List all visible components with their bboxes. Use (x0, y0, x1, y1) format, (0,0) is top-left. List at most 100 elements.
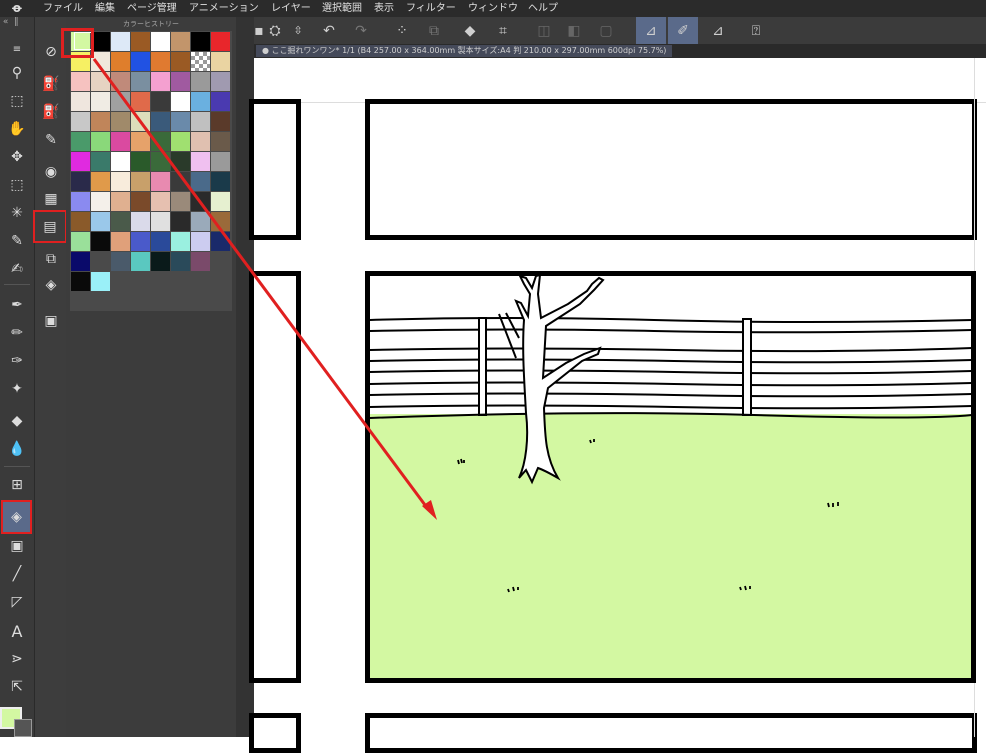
fill-icon[interactable]: ◈ (1, 500, 32, 534)
move-icon[interactable]: ✥ (5, 145, 29, 169)
color-swatch[interactable] (131, 252, 150, 271)
menu-window[interactable]: ウィンドウ (468, 0, 518, 17)
color-swatch[interactable] (151, 192, 170, 211)
zoom-icon[interactable]: ⚲ (5, 61, 29, 85)
color-swatch[interactable] (191, 252, 210, 271)
text-icon[interactable]: A (5, 619, 29, 643)
ruler-icon[interactable]: ◸ (5, 590, 29, 614)
color-swatch[interactable] (211, 132, 230, 151)
selection-icon[interactable]: ⬚ (5, 173, 29, 197)
color-swatch[interactable] (91, 232, 110, 251)
menu-layer[interactable]: レイヤー (271, 0, 311, 17)
frame-border-icon[interactable]: ▢ (594, 17, 618, 44)
color-swatch[interactable] (131, 92, 150, 111)
color-swatch[interactable] (211, 72, 230, 91)
fill-layer-icon[interactable]: ⛽ (39, 72, 63, 96)
snap-grid-icon[interactable]: ⊿ (706, 17, 730, 44)
print-icon[interactable]: ⛭ (263, 17, 287, 44)
color-swatch[interactable] (171, 152, 190, 171)
color-swatch[interactable] (151, 232, 170, 251)
color-swatch[interactable] (211, 92, 230, 111)
clear-icon[interactable]: ◫ (532, 17, 556, 44)
color-swatch[interactable] (131, 232, 150, 251)
color-swatch[interactable] (91, 252, 110, 271)
menu-edit[interactable]: 編集 (95, 0, 115, 17)
redo-icon[interactable]: ↷ (349, 17, 373, 44)
color-swatch[interactable] (71, 172, 90, 191)
color-swatch[interactable] (91, 72, 110, 91)
color-swatch[interactable] (171, 252, 190, 271)
pencil-icon[interactable]: ✏ (5, 321, 29, 345)
color-swatch[interactable] (171, 172, 190, 191)
color-swatch[interactable] (211, 112, 230, 131)
sub-color-swatch[interactable] (14, 719, 32, 737)
color-swatch[interactable] (91, 172, 110, 191)
help-icon[interactable]: ⍰ (744, 17, 768, 44)
menu-animation[interactable]: アニメーション (189, 0, 259, 17)
line-icon[interactable]: ╱ (5, 562, 29, 586)
color-swatch[interactable] (111, 72, 130, 91)
magic-wand-icon[interactable]: ✳ (5, 201, 29, 225)
fill-paint-icon[interactable]: ✎ (39, 128, 63, 152)
color-swatch[interactable] (131, 32, 150, 51)
color-swatch[interactable] (91, 132, 110, 151)
copy-icon[interactable]: ⧉ (422, 17, 446, 44)
layers-icon[interactable]: ◈ (39, 273, 63, 297)
color-swatch[interactable] (171, 112, 190, 131)
color-swatch[interactable] (211, 212, 230, 231)
color-swatch[interactable] (211, 172, 230, 191)
color-swatch[interactable] (191, 92, 210, 111)
gradient-icon[interactable]: ▣ (5, 534, 29, 558)
color-swatch[interactable] (71, 72, 90, 91)
color-swatch[interactable] (131, 152, 150, 171)
color-swatch[interactable] (71, 112, 90, 131)
color-swatch[interactable] (171, 52, 190, 71)
color-swatch[interactable] (151, 132, 170, 151)
color-swatch[interactable] (151, 72, 170, 91)
crop-icon[interactable]: ⌗ (491, 17, 515, 44)
color-swatch[interactable] (211, 152, 230, 171)
color-swatch[interactable] (111, 92, 130, 111)
color-swatch[interactable] (211, 192, 230, 211)
deselect-icon[interactable]: ⁘ (390, 17, 414, 44)
fill-circle-icon[interactable]: ◉ (39, 160, 63, 184)
color-swatch[interactable] (131, 132, 150, 151)
snap-special-icon[interactable]: ✐ (668, 17, 698, 44)
hand-icon[interactable]: ✋ (5, 117, 29, 141)
color-swatch[interactable] (131, 72, 150, 91)
color-swatch[interactable] (171, 212, 190, 231)
color-swatch[interactable] (171, 72, 190, 91)
color-swatch[interactable] (171, 232, 190, 251)
color-swatch[interactable] (191, 232, 210, 251)
color-swatch[interactable] (71, 152, 90, 171)
menu-icon[interactable]: ≡ (5, 37, 29, 61)
menu-file[interactable]: ファイル (43, 0, 83, 17)
eraser-icon[interactable]: ◆ (5, 409, 29, 433)
color-swatch[interactable] (211, 32, 230, 51)
color-swatch[interactable] (211, 52, 230, 71)
frame-icon[interactable]: ⊞ (5, 473, 29, 497)
color-swatch[interactable] (91, 212, 110, 231)
menu-page[interactable]: ページ管理 (127, 0, 177, 17)
stepper-icon[interactable]: ⇳ (286, 17, 310, 44)
color-swatch[interactable] (91, 272, 110, 291)
color-swatch[interactable] (131, 172, 150, 191)
undo-icon[interactable]: ↶ (317, 17, 341, 44)
color-swatch[interactable] (191, 192, 210, 211)
menu-filter[interactable]: フィルター (406, 0, 456, 17)
color-swatch[interactable] (111, 252, 130, 271)
canvas[interactable] (249, 58, 986, 753)
color-swatch[interactable] (131, 52, 150, 71)
color-swatch[interactable] (151, 152, 170, 171)
document-tab[interactable]: ● ここ掘れワンワン* 1/1 (B4 257.00 x 364.00mm 製本… (256, 45, 673, 57)
color-swatch[interactable] (151, 52, 170, 71)
color-swatch[interactable] (111, 232, 130, 251)
color-swatch[interactable] (111, 112, 130, 131)
color-swatch[interactable] (171, 92, 190, 111)
color-swatch[interactable] (111, 152, 130, 171)
color-swatch[interactable] (171, 192, 190, 211)
color-swatch[interactable] (111, 52, 130, 71)
color-swatch[interactable] (111, 32, 130, 51)
layer-mask-icon[interactable]: ◧ (562, 17, 586, 44)
color-swatch[interactable] (171, 132, 190, 151)
